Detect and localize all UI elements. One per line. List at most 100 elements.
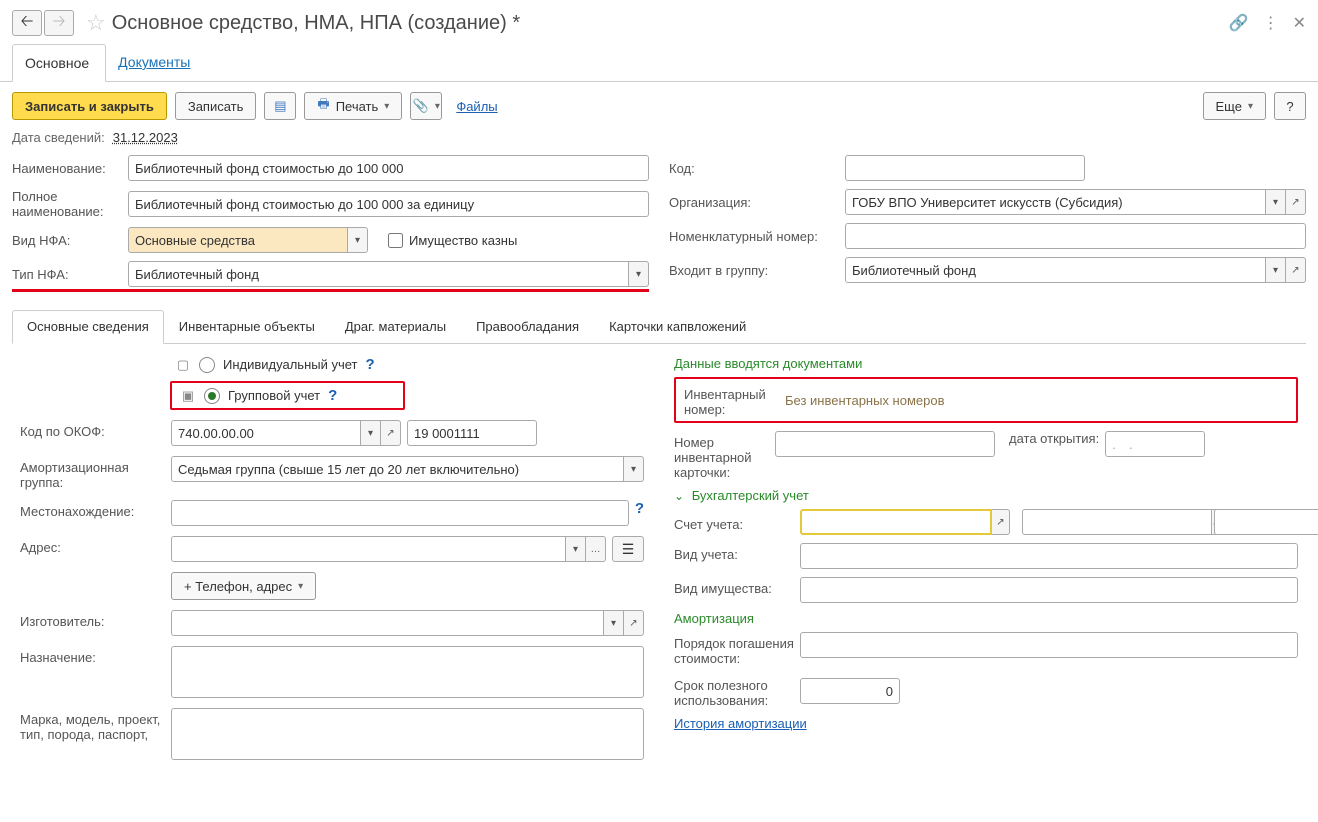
group-open-button[interactable]: ↗ xyxy=(1286,257,1306,283)
page-title: Основное средство, НМА, НПА (создание) * xyxy=(112,12,1229,35)
fullname-input[interactable] xyxy=(128,191,649,217)
open-date-input[interactable] xyxy=(1105,431,1205,457)
tab-main-info[interactable]: Основные сведения xyxy=(12,310,164,344)
vid-nfa-label: Вид НФА: xyxy=(12,233,122,248)
tip-nfa-input[interactable] xyxy=(128,261,629,287)
fullname-label: Полное наименование: xyxy=(12,189,122,219)
okof-num-input[interactable] xyxy=(407,420,537,446)
tab-documents[interactable]: Документы xyxy=(106,44,206,81)
more-button[interactable]: Еще ▾ xyxy=(1203,92,1266,120)
save-and-close-button[interactable]: Записать и закрыть xyxy=(12,92,167,120)
amort-history-link[interactable]: История амортизации xyxy=(674,716,807,731)
paperclip-icon: 📎 xyxy=(413,98,429,114)
manufacturer-input[interactable] xyxy=(171,610,604,636)
model-textarea[interactable] xyxy=(171,708,644,760)
purpose-textarea[interactable] xyxy=(171,646,644,698)
attach-button[interactable]: 📎 ▾ xyxy=(410,92,442,120)
group-dropdown-button[interactable]: ▾ xyxy=(1266,257,1286,283)
tab-main[interactable]: Основное xyxy=(12,44,106,82)
tip-nfa-label: Тип НФА: xyxy=(12,267,122,282)
close-icon[interactable]: ✕ xyxy=(1293,13,1306,33)
name-input[interactable] xyxy=(128,155,649,181)
okof-open-button[interactable]: ↗ xyxy=(381,420,401,446)
org-open-button[interactable]: ↗ xyxy=(1286,189,1306,215)
group-input[interactable] xyxy=(845,257,1266,283)
nav-back-button[interactable]: 🡠 xyxy=(12,10,42,36)
list-view-button[interactable]: ▤ xyxy=(264,92,296,120)
address-ellipsis-button[interactable]: … xyxy=(586,536,606,562)
treasury-checkbox-row[interactable]: Имущество казны xyxy=(388,233,517,248)
tab-inventory-objects[interactable]: Инвентарные объекты xyxy=(164,310,330,343)
chevron-down-icon: ▾ xyxy=(298,581,303,592)
chevron-down-icon: ▾ xyxy=(1248,101,1253,112)
okof-input[interactable] xyxy=(171,420,361,446)
amort-group-dropdown-button[interactable]: ▾ xyxy=(624,456,644,482)
address-input[interactable] xyxy=(171,536,566,562)
tab-rights[interactable]: Правообладания xyxy=(461,310,594,343)
group-label: Входит в группу: xyxy=(669,263,839,278)
add-phone-address-button[interactable]: + Телефон, адрес ▾ xyxy=(171,572,316,600)
chevron-down-icon: ▾ xyxy=(435,101,440,112)
individual-label: Индивидуальный учет xyxy=(223,357,358,372)
type-account-label: Вид учета: xyxy=(674,543,794,562)
help-button[interactable]: ? xyxy=(1274,92,1306,120)
location-input[interactable] xyxy=(171,500,629,526)
okof-label: Код по ОКОФ: xyxy=(20,420,165,439)
property-type-input[interactable] xyxy=(800,577,1298,603)
amort-group-input[interactable] xyxy=(171,456,624,482)
purpose-label: Назначение: xyxy=(20,646,165,665)
vid-nfa-dropdown-button[interactable]: ▾ xyxy=(348,227,368,253)
amort-section-title: Амортизация xyxy=(674,611,1298,626)
org-input[interactable] xyxy=(845,189,1266,215)
amort-group-label: Амортизационная группа: xyxy=(20,456,165,490)
location-label: Местонахождение: xyxy=(20,500,165,519)
date-label: Дата сведений: xyxy=(12,130,105,145)
account-label: Счет учета: xyxy=(674,513,794,532)
account-input[interactable] xyxy=(800,509,992,535)
tab-precious-materials[interactable]: Драг. материалы xyxy=(330,310,461,343)
open-date-label: дата открытия: xyxy=(1009,431,1099,446)
tip-nfa-dropdown-button[interactable]: ▾ xyxy=(629,261,649,287)
useful-life-input[interactable] xyxy=(800,678,900,704)
treasury-checkbox[interactable] xyxy=(388,233,403,248)
buh-section-title[interactable]: ⌄ Бухгалтерский учет xyxy=(674,488,1298,503)
manufacturer-open-button[interactable]: ↗ xyxy=(624,610,644,636)
tab-capital-cards[interactable]: Карточки капвложений xyxy=(594,310,761,343)
code-input[interactable] xyxy=(845,155,1085,181)
type-account-input[interactable] xyxy=(800,543,1298,569)
repay-input[interactable] xyxy=(800,632,1298,658)
favorite-star-icon[interactable]: ☆ xyxy=(86,10,106,36)
manufacturer-dropdown-button[interactable]: ▾ xyxy=(604,610,624,636)
account-extra2-input[interactable] xyxy=(1214,509,1318,535)
group-radio[interactable] xyxy=(204,388,220,404)
org-dropdown-button[interactable]: ▾ xyxy=(1266,189,1286,215)
docs-section-title: Данные вводятся документами xyxy=(674,356,1298,371)
help-individual-icon[interactable]: ? xyxy=(366,356,375,373)
date-value[interactable]: 31.12.2023 xyxy=(113,130,178,145)
address-filter-button[interactable]: ☰ xyxy=(612,536,644,562)
location-help-icon[interactable]: ? xyxy=(635,500,644,517)
address-label: Адрес: xyxy=(20,536,165,555)
model-label: Марка, модель, проект, тип, порода, пасп… xyxy=(20,708,165,742)
help-group-icon[interactable]: ? xyxy=(328,387,337,404)
name-label: Наименование: xyxy=(12,161,122,176)
link-icon[interactable]: 🔗 xyxy=(1229,13,1249,33)
printer-icon: 🖶 xyxy=(317,95,329,117)
individual-radio[interactable] xyxy=(199,357,215,373)
kebab-menu-icon[interactable]: ⋮ xyxy=(1263,13,1279,33)
okof-dropdown-button[interactable]: ▾ xyxy=(361,420,381,446)
save-button[interactable]: Записать xyxy=(175,92,257,120)
files-link[interactable]: Файлы xyxy=(456,99,497,114)
address-dropdown-button[interactable]: ▾ xyxy=(566,536,586,562)
card-num-label: Номер инвентарной карточки: xyxy=(674,431,769,480)
useful-life-label: Срок полезного использования: xyxy=(674,674,794,708)
account-open-button[interactable]: ↗ xyxy=(992,509,1010,535)
account-extra1-input[interactable] xyxy=(1022,509,1212,535)
nav-forward-button[interactable]: 🡢 xyxy=(44,10,74,36)
nomen-input[interactable] xyxy=(845,223,1306,249)
card-num-input[interactable] xyxy=(775,431,995,457)
print-button[interactable]: 🖶 Печать ▾ xyxy=(304,92,402,120)
org-label: Организация: xyxy=(669,195,839,210)
manufacturer-label: Изготовитель: xyxy=(20,610,165,629)
vid-nfa-input[interactable] xyxy=(128,227,348,253)
